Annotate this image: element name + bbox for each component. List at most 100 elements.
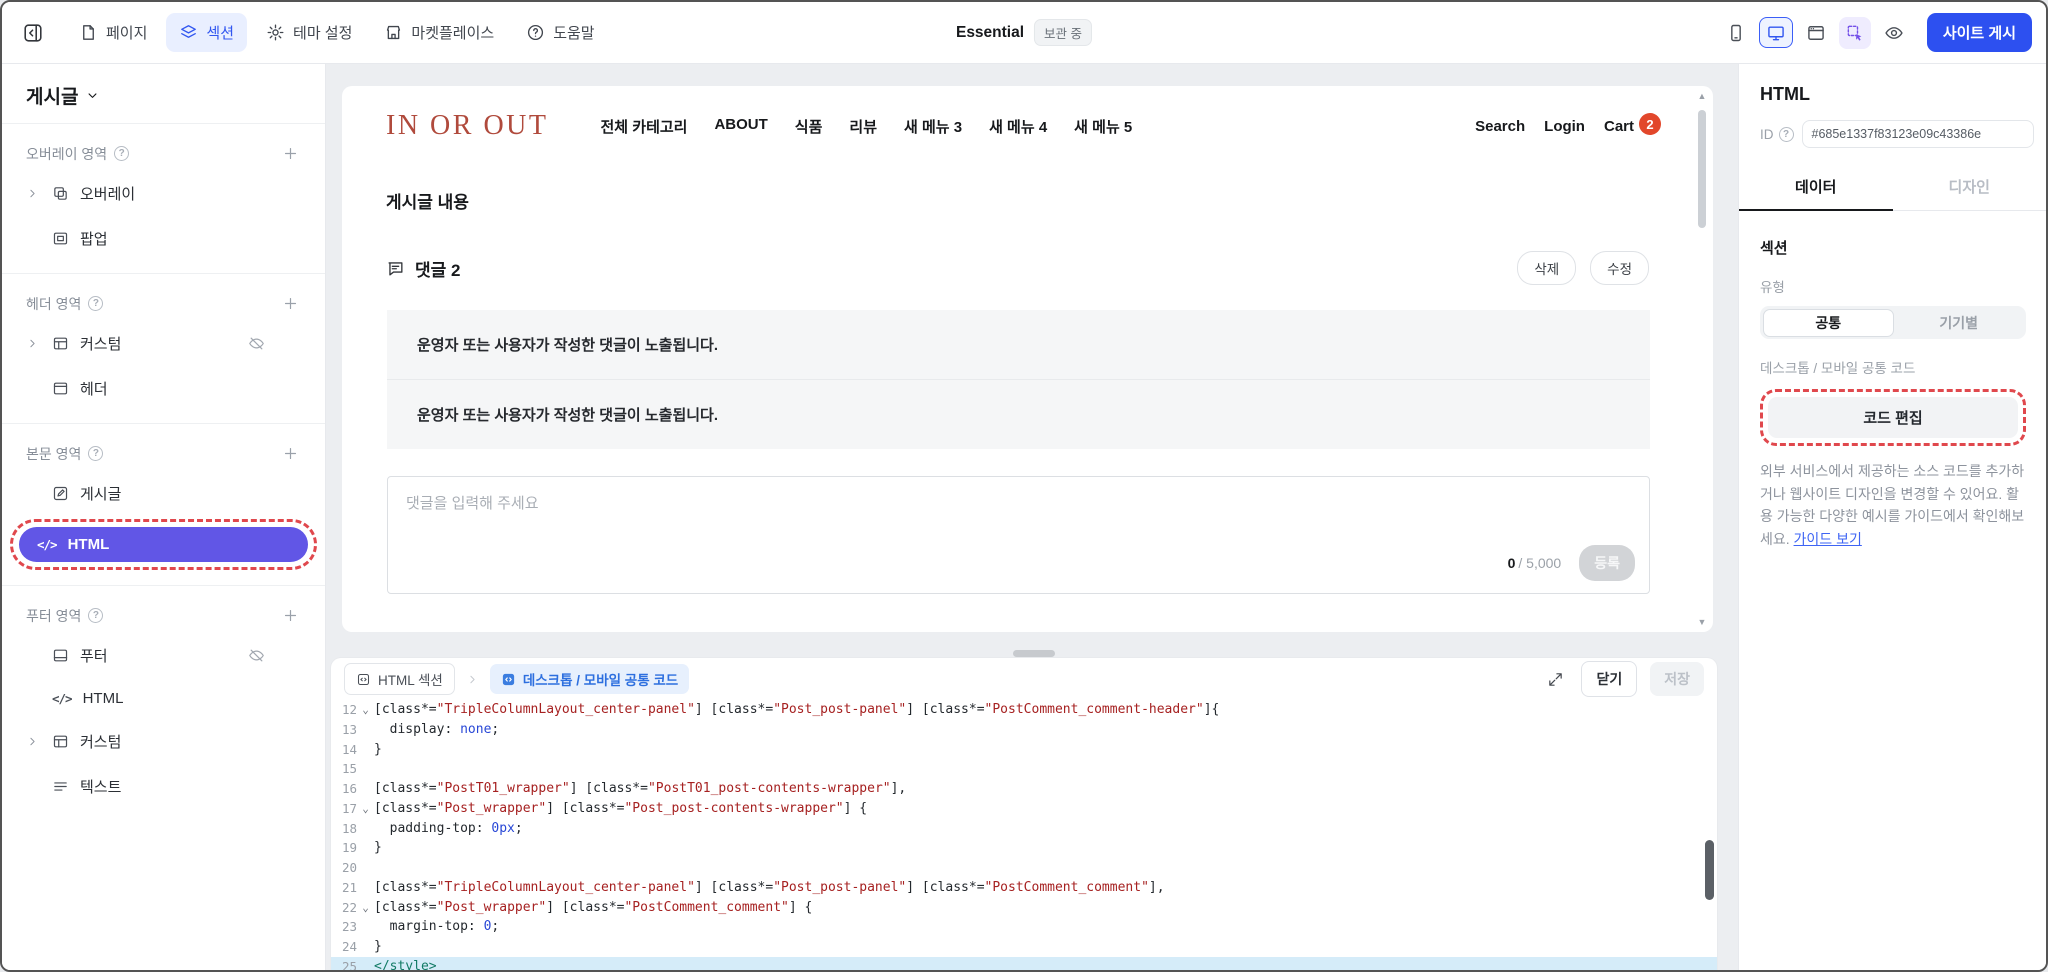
add-section-button[interactable] [280, 293, 301, 314]
scroll-down-icon[interactable]: ▼ [1698, 617, 1707, 627]
device-browser-button[interactable] [1800, 17, 1832, 49]
type-option-common[interactable]: 공통 [1762, 308, 1894, 337]
comment-submit-button[interactable]: 등록 [1579, 545, 1635, 581]
breadcrumb-file-chip[interactable]: 데스크톱 / 모바일 공통 코드 [489, 664, 690, 694]
add-section-button[interactable] [280, 605, 301, 626]
sidebar-page-selector[interactable]: 게시글 [2, 64, 325, 124]
sidebar-item-post[interactable]: 게시글 [2, 471, 325, 516]
sidebar-item-header[interactable]: 헤더 [2, 366, 325, 411]
guide-link[interactable]: 가이드 보기 [1794, 531, 1862, 547]
code-line[interactable]: 18 padding-top: 0px; [331, 819, 1717, 839]
preview-site-header: IN OR OUT 전체 카테고리 ABOUT 식품 리뷰 새 메뉴 3 새 메… [342, 86, 1713, 160]
site-nav-item[interactable]: 식품 [795, 116, 823, 137]
code-line[interactable]: 24} [331, 937, 1717, 957]
help-icon[interactable]: ? [114, 146, 130, 161]
group-label: 헤더 영역 [26, 295, 82, 312]
fold-caret-icon[interactable]: ⌄ [357, 799, 374, 819]
edit-code-button[interactable]: 코드 편집 [1768, 397, 2018, 438]
fold-caret-icon[interactable]: ⌄ [357, 898, 374, 918]
publish-site-button[interactable]: 사이트 게시 [1926, 13, 2032, 52]
site-nav-item[interactable]: 새 메뉴 3 [904, 116, 962, 137]
code-line[interactable]: 16 [class*="PostT01_wrapper"] [class*="Po… [331, 779, 1717, 799]
site-nav-item[interactable]: 새 메뉴 5 [1074, 116, 1132, 137]
code-text: [class*="Post_wrapper"] [class*="PostCom… [374, 899, 813, 915]
code-line[interactable]: 12 ⌄ [class*="TripleColumnLayout_center-pa… [331, 700, 1717, 720]
help-icon[interactable]: ? [88, 608, 104, 623]
fold-caret-icon[interactable]: ⌄ [357, 700, 374, 720]
sidebar-item-text[interactable]: 텍스트 [2, 764, 325, 809]
caret-right-icon[interactable] [26, 735, 39, 748]
site-nav-item[interactable]: 새 메뉴 4 [989, 116, 1047, 137]
sidebar-item-custom-header[interactable]: 커스텀 [2, 321, 325, 366]
add-section-button[interactable] [280, 143, 301, 164]
help-icon[interactable]: ? [1778, 126, 1794, 142]
code-line[interactable]: 20 [331, 858, 1717, 878]
sidebar-group-footer: 푸터 영역 ? 푸터 </> HTML 커스텀 텍스트 [2, 585, 325, 821]
site-nav-item[interactable]: 리뷰 [849, 116, 877, 137]
scroll-up-icon[interactable]: ▲ [1698, 91, 1707, 101]
select-tool-button[interactable] [1838, 16, 1871, 49]
site-logo[interactable]: IN OR OUT [386, 110, 549, 142]
common-code-label: 데스크톱 / 모바일 공통 코드 [1760, 361, 1916, 376]
canvas-scrollbar[interactable]: ▲ ▼ [1695, 91, 1709, 627]
site-login-link[interactable]: Login [1544, 118, 1585, 135]
nav-marketplace[interactable]: 마켓플레이스 [371, 13, 507, 52]
comment-delete-button[interactable]: 삭제 [1517, 251, 1577, 285]
site-preview-canvas[interactable]: IN OR OUT 전체 카테고리 ABOUT 식품 리뷰 새 메뉴 3 새 메… [342, 86, 1713, 632]
code-scrollbar-thumb[interactable] [1705, 840, 1714, 900]
help-icon[interactable]: ? [88, 446, 104, 461]
canvas-scrollbar-thumb[interactable] [1698, 110, 1706, 228]
post-content-placeholder[interactable]: 게시글 내용 [386, 188, 1669, 213]
line-number: 25 [341, 958, 357, 970]
tab-data[interactable]: 데이터 [1739, 163, 1893, 211]
caret-right-icon[interactable] [26, 337, 39, 350]
section-id-value[interactable]: #685e1337f83123e09c43386e [1801, 120, 2034, 148]
code-editor-area[interactable]: 12 ⌄ [class*="TripleColumnLayout_center-pa… [331, 700, 1717, 970]
site-nav-item[interactable]: ABOUT [714, 116, 767, 137]
eye-off-icon[interactable] [248, 647, 265, 664]
nav-theme-settings[interactable]: 테마 설정 [253, 13, 365, 52]
preview-button[interactable] [1878, 17, 1910, 49]
code-line[interactable]: 25 </style> [331, 956, 1717, 970]
type-option-per-device[interactable]: 기기별 [1894, 309, 2024, 337]
device-mobile-button[interactable] [1720, 17, 1752, 49]
site-nav-item[interactable]: 전체 카테고리 [601, 116, 688, 137]
marketplace-icon [387, 25, 401, 40]
save-code-button[interactable]: 저장 [1650, 662, 1704, 696]
collapse-editor-button[interactable] [22, 22, 44, 44]
sidebar-item-popup[interactable]: 팝업 [2, 216, 325, 261]
sidebar-item-overlay[interactable]: 오버레이 [2, 171, 325, 216]
plus-icon [284, 147, 297, 160]
sidebar-item-custom-footer[interactable]: 커스텀 [2, 719, 325, 764]
code-line[interactable]: 21 [class*="TripleColumnLayout_center-pan… [331, 878, 1717, 898]
line-number: 22 [341, 899, 357, 915]
comment-edit-button[interactable]: 수정 [1590, 251, 1649, 285]
expand-editor-button[interactable] [1543, 667, 1568, 692]
nav-sections[interactable]: 섹션 [166, 13, 248, 52]
device-desktop-button[interactable] [1758, 17, 1793, 48]
code-line[interactable]: 14} [331, 740, 1717, 760]
nav-pages[interactable]: 페이지 [66, 13, 160, 52]
eye-off-icon[interactable] [248, 335, 265, 352]
code-line[interactable]: 23 margin-top: 0; [331, 917, 1717, 937]
code-line[interactable]: 15 [331, 759, 1717, 779]
panel-resize-handle[interactable] [1013, 650, 1055, 657]
code-line[interactable]: 19} [331, 838, 1717, 858]
breadcrumb-section-chip[interactable]: HTML 섹션 [344, 663, 455, 695]
plan-status-badge[interactable]: 보관 중 [1034, 19, 1093, 46]
sidebar-item-footer[interactable]: 푸터 [2, 633, 325, 678]
code-line[interactable]: 17 ⌄ [class*="Post_wrapper"] [class*="Post… [331, 799, 1717, 819]
sidebar-item-html-selected[interactable]: </> HTML [19, 527, 308, 562]
nav-help[interactable]: 도움말 [513, 13, 607, 52]
help-icon[interactable]: ? [88, 296, 104, 311]
comment-textarea[interactable] [406, 492, 1264, 550]
close-editor-button[interactable]: 닫기 [1581, 661, 1638, 697]
sidebar-item-html-footer[interactable]: </> HTML [2, 678, 325, 719]
add-section-button[interactable] [280, 443, 301, 464]
code-line[interactable]: 13 display: none; [331, 720, 1717, 740]
tab-design[interactable]: 디자인 [1893, 163, 2047, 210]
code-line[interactable]: 22 ⌄ [class*="Post_wrapper"] [class*="Post… [331, 898, 1717, 918]
site-cart-link[interactable]: Cart 2 [1604, 113, 1661, 137]
caret-right-icon[interactable] [26, 187, 39, 200]
site-search-link[interactable]: Search [1475, 118, 1525, 135]
